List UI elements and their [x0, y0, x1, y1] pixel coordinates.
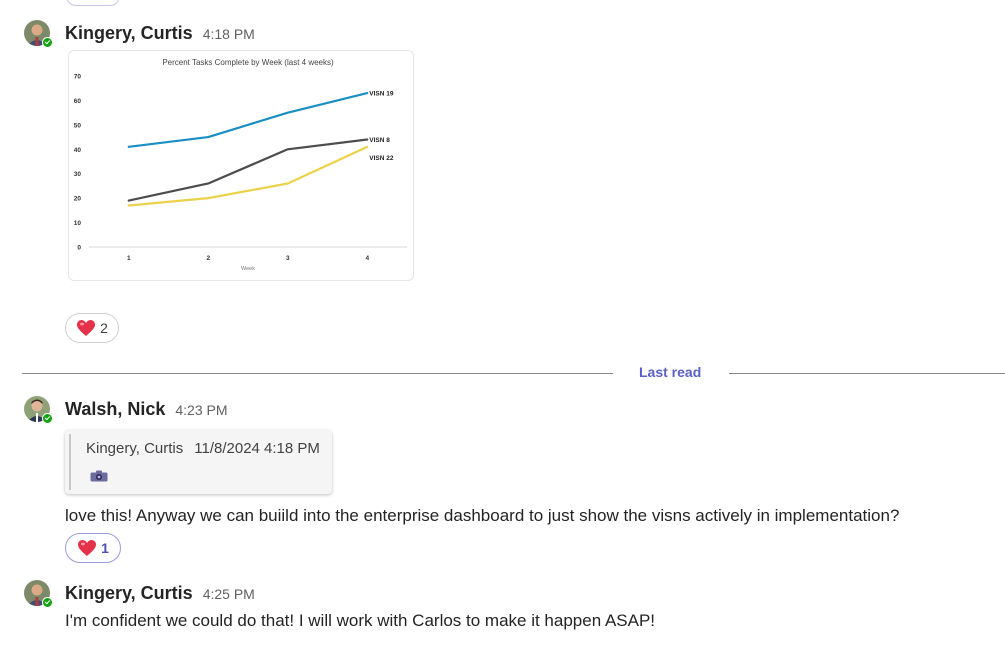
x-axis-label: Week: [241, 266, 255, 272]
quote-header: Kingery, Curtis 11/8/2024 4:18 PM: [86, 440, 320, 457]
avatar[interactable]: [24, 20, 53, 48]
y-tick-label: 0: [77, 245, 81, 252]
divider-line-left: [22, 373, 613, 374]
presence-available-icon: [42, 597, 53, 608]
avatar[interactable]: [24, 580, 53, 608]
sender-name[interactable]: Kingery, Curtis: [65, 23, 193, 44]
message-header: Walsh, Nick 4:23 PM: [65, 399, 228, 420]
y-tick-label: 50: [74, 122, 82, 129]
camera-icon: [90, 470, 108, 482]
x-tick-label: 1: [127, 255, 131, 262]
chart-title: Percent Tasks Complete by Week (last 4 w…: [162, 58, 334, 67]
x-tick-label: 2: [206, 255, 210, 262]
sender-name[interactable]: Kingery, Curtis: [65, 583, 193, 604]
heart-icon: [77, 320, 96, 336]
message-time: 4:18 PM: [202, 26, 255, 42]
previous-reaction-pill[interactable]: [66, 0, 120, 6]
x-tick-label: 4: [365, 255, 369, 262]
quote-sender: Kingery, Curtis: [86, 440, 184, 457]
chart-image[interactable]: Percent Tasks Complete by Week (last 4 w…: [68, 50, 414, 281]
y-tick-label: 40: [74, 147, 82, 154]
message-text: I'm confident we could do that! I will w…: [65, 611, 656, 630]
y-tick-label: 10: [74, 220, 82, 227]
presence-available-icon: [42, 413, 53, 424]
series-label: VISN 22: [369, 155, 394, 162]
series-line-visn-19: [127, 91, 369, 148]
quoted-message[interactable]: Kingery, Curtis 11/8/2024 4:18 PM: [65, 430, 332, 494]
y-tick-label: 30: [74, 171, 82, 178]
x-tick-label: 3: [286, 255, 290, 262]
message-header: Kingery, Curtis 4:25 PM: [65, 583, 255, 604]
reaction-heart[interactable]: 1: [65, 533, 121, 563]
reaction-count: 2: [100, 320, 108, 336]
message-text: love this! Anyway we can buiild into the…: [65, 506, 900, 525]
sender-name[interactable]: Walsh, Nick: [65, 399, 165, 420]
reaction-count: 1: [101, 540, 109, 556]
avatar[interactable]: [24, 396, 53, 424]
y-tick-label: 70: [74, 74, 82, 81]
series-label: VISN 8: [369, 137, 390, 144]
message-time: 4:23 PM: [175, 402, 228, 418]
series-label: VISN 19: [369, 91, 394, 98]
quote-bar: [69, 434, 71, 490]
message-time: 4:25 PM: [202, 586, 255, 602]
series-line-visn-22: [127, 145, 369, 207]
reaction-heart[interactable]: 2: [65, 313, 119, 343]
divider-line-right: [729, 373, 1005, 374]
presence-available-icon: [42, 37, 53, 48]
heart-icon: [78, 540, 97, 556]
y-tick-label: 20: [74, 196, 82, 203]
message-header: Kingery, Curtis 4:18 PM: [65, 23, 255, 44]
y-tick-label: 60: [74, 98, 82, 105]
line-chart: Percent Tasks Complete by Week (last 4 w…: [74, 58, 407, 272]
quote-timestamp: 11/8/2024 4:18 PM: [194, 440, 320, 457]
last-read-label: Last read: [639, 364, 702, 380]
